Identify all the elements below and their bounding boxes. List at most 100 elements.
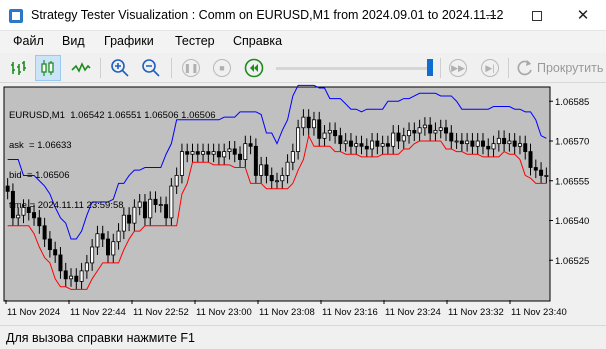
candle-body <box>496 137 501 145</box>
candle-body <box>539 169 544 176</box>
candle-body <box>385 143 390 147</box>
toolbar-separator <box>171 58 172 78</box>
candle-body <box>116 230 121 243</box>
candle-body <box>232 148 237 155</box>
candle-body <box>63 270 68 280</box>
candle-body <box>359 143 364 147</box>
speed-slider-thumb[interactable] <box>427 59 433 76</box>
candle-body <box>100 233 105 240</box>
candle-body <box>327 130 332 134</box>
title-bar: Strategy Tester Visualization : Comm on … <box>0 0 606 31</box>
candle-body <box>454 140 459 143</box>
line-chart-icon <box>71 62 91 73</box>
scroll-icon <box>517 60 532 76</box>
y-tick-label: 1.06555 <box>555 176 589 187</box>
app-icon <box>9 9 23 23</box>
candle-body <box>53 249 58 256</box>
x-tick-label: 11 Nov 23:08 <box>259 307 315 318</box>
candle-body <box>47 238 52 251</box>
maximize-icon <box>532 10 542 21</box>
zoom-out-icon <box>142 59 160 77</box>
candle-body <box>491 143 496 150</box>
candle-body <box>306 116 311 129</box>
candle-body <box>486 145 491 150</box>
candle-body <box>412 130 417 134</box>
candle-body <box>528 151 533 168</box>
candle-body <box>84 262 89 272</box>
y-tick-label: 1.06540 <box>555 216 589 227</box>
stop-button[interactable]: ■ <box>209 55 235 81</box>
candle-body <box>311 119 316 129</box>
menu-charts[interactable]: Графики <box>104 34 154 48</box>
y-tick-label: 1.06525 <box>555 256 589 267</box>
menu-view[interactable]: Вид <box>62 34 85 48</box>
menu-tester[interactable]: Тестер <box>175 34 215 48</box>
speed-slider-track[interactable] <box>276 67 432 70</box>
candle-body <box>269 175 274 182</box>
candle-body <box>401 135 406 142</box>
close-button[interactable]: ✕ <box>560 0 606 31</box>
menu-help[interactable]: Справка <box>233 34 282 48</box>
candle-body <box>338 135 343 145</box>
candle-body <box>280 175 285 182</box>
rewind-button[interactable] <box>241 55 267 81</box>
maximize-button[interactable] <box>514 0 560 31</box>
candle-body <box>459 140 464 145</box>
x-tick-label: 11 Nov 23:40 <box>511 307 567 318</box>
candle-body <box>407 130 412 137</box>
y-tick-label: 1.06585 <box>555 97 589 108</box>
candle-body <box>391 132 396 147</box>
close-icon: ✕ <box>576 7 590 24</box>
zoom-in-button[interactable] <box>107 55 133 81</box>
candle-body <box>253 145 258 176</box>
candlestick-button[interactable] <box>35 55 61 81</box>
candle-body <box>106 238 110 256</box>
status-bar: Для вызова справки нажмите F1 <box>0 325 606 349</box>
candle-body <box>243 143 248 160</box>
candle-body <box>375 140 380 147</box>
pause-button[interactable]: ❚❚ <box>178 55 204 81</box>
candle-body <box>322 132 327 139</box>
candle-body <box>216 151 221 158</box>
y-tick-label: 1.06570 <box>555 137 589 148</box>
candle-body <box>69 275 74 280</box>
x-tick-label: 11 Nov 22:44 <box>70 307 126 318</box>
scroll-label[interactable]: Прокрутить <box>537 61 603 75</box>
toolbar-separator <box>440 58 441 78</box>
bar-chart-icon <box>11 61 26 75</box>
candle-body <box>301 116 306 129</box>
x-tick-label: 11 Nov 23:00 <box>196 307 252 318</box>
bar-chart-button[interactable] <box>5 55 31 81</box>
menu-bar: Файл Вид Графики Тестер Справка <box>0 31 606 53</box>
candle-body <box>259 164 264 176</box>
chart-time-line: time = 2024.11.11 23:59:58 <box>9 200 124 211</box>
candle-body <box>433 130 438 134</box>
candle-body <box>74 275 79 282</box>
candle-body <box>517 143 522 147</box>
candle-body <box>364 145 369 150</box>
minimize-icon <box>486 15 496 16</box>
menu-file[interactable]: Файл <box>13 34 44 48</box>
minimize-button[interactable] <box>468 0 514 31</box>
step-button[interactable]: ▶| <box>477 55 503 81</box>
line-chart-button[interactable] <box>68 55 94 81</box>
step-icon: ▶| <box>481 59 499 77</box>
zoom-out-button[interactable] <box>138 55 164 81</box>
rewind-icon <box>244 58 264 78</box>
scroll-button[interactable] <box>512 55 538 81</box>
toolbar: ❚❚ ■ ▶▶ ▶| Прокрутить <box>0 53 606 83</box>
pause-icon: ❚❚ <box>182 59 200 77</box>
candle-body <box>58 254 63 272</box>
candle-body <box>79 270 84 282</box>
toolbar-separator <box>508 58 509 78</box>
candle-body <box>507 140 512 145</box>
candle-body <box>475 140 480 147</box>
candle-body <box>396 132 401 142</box>
candle-body <box>523 143 528 153</box>
fast-forward-button[interactable]: ▶▶ <box>445 55 471 81</box>
chart-window: 1.06585 1.06570 1.06555 1.06540 1.06525 11 N… <box>0 83 606 325</box>
toolbar-separator <box>100 58 101 78</box>
candle-body <box>90 246 95 264</box>
candle-body <box>512 140 517 147</box>
candle-body <box>422 124 427 129</box>
